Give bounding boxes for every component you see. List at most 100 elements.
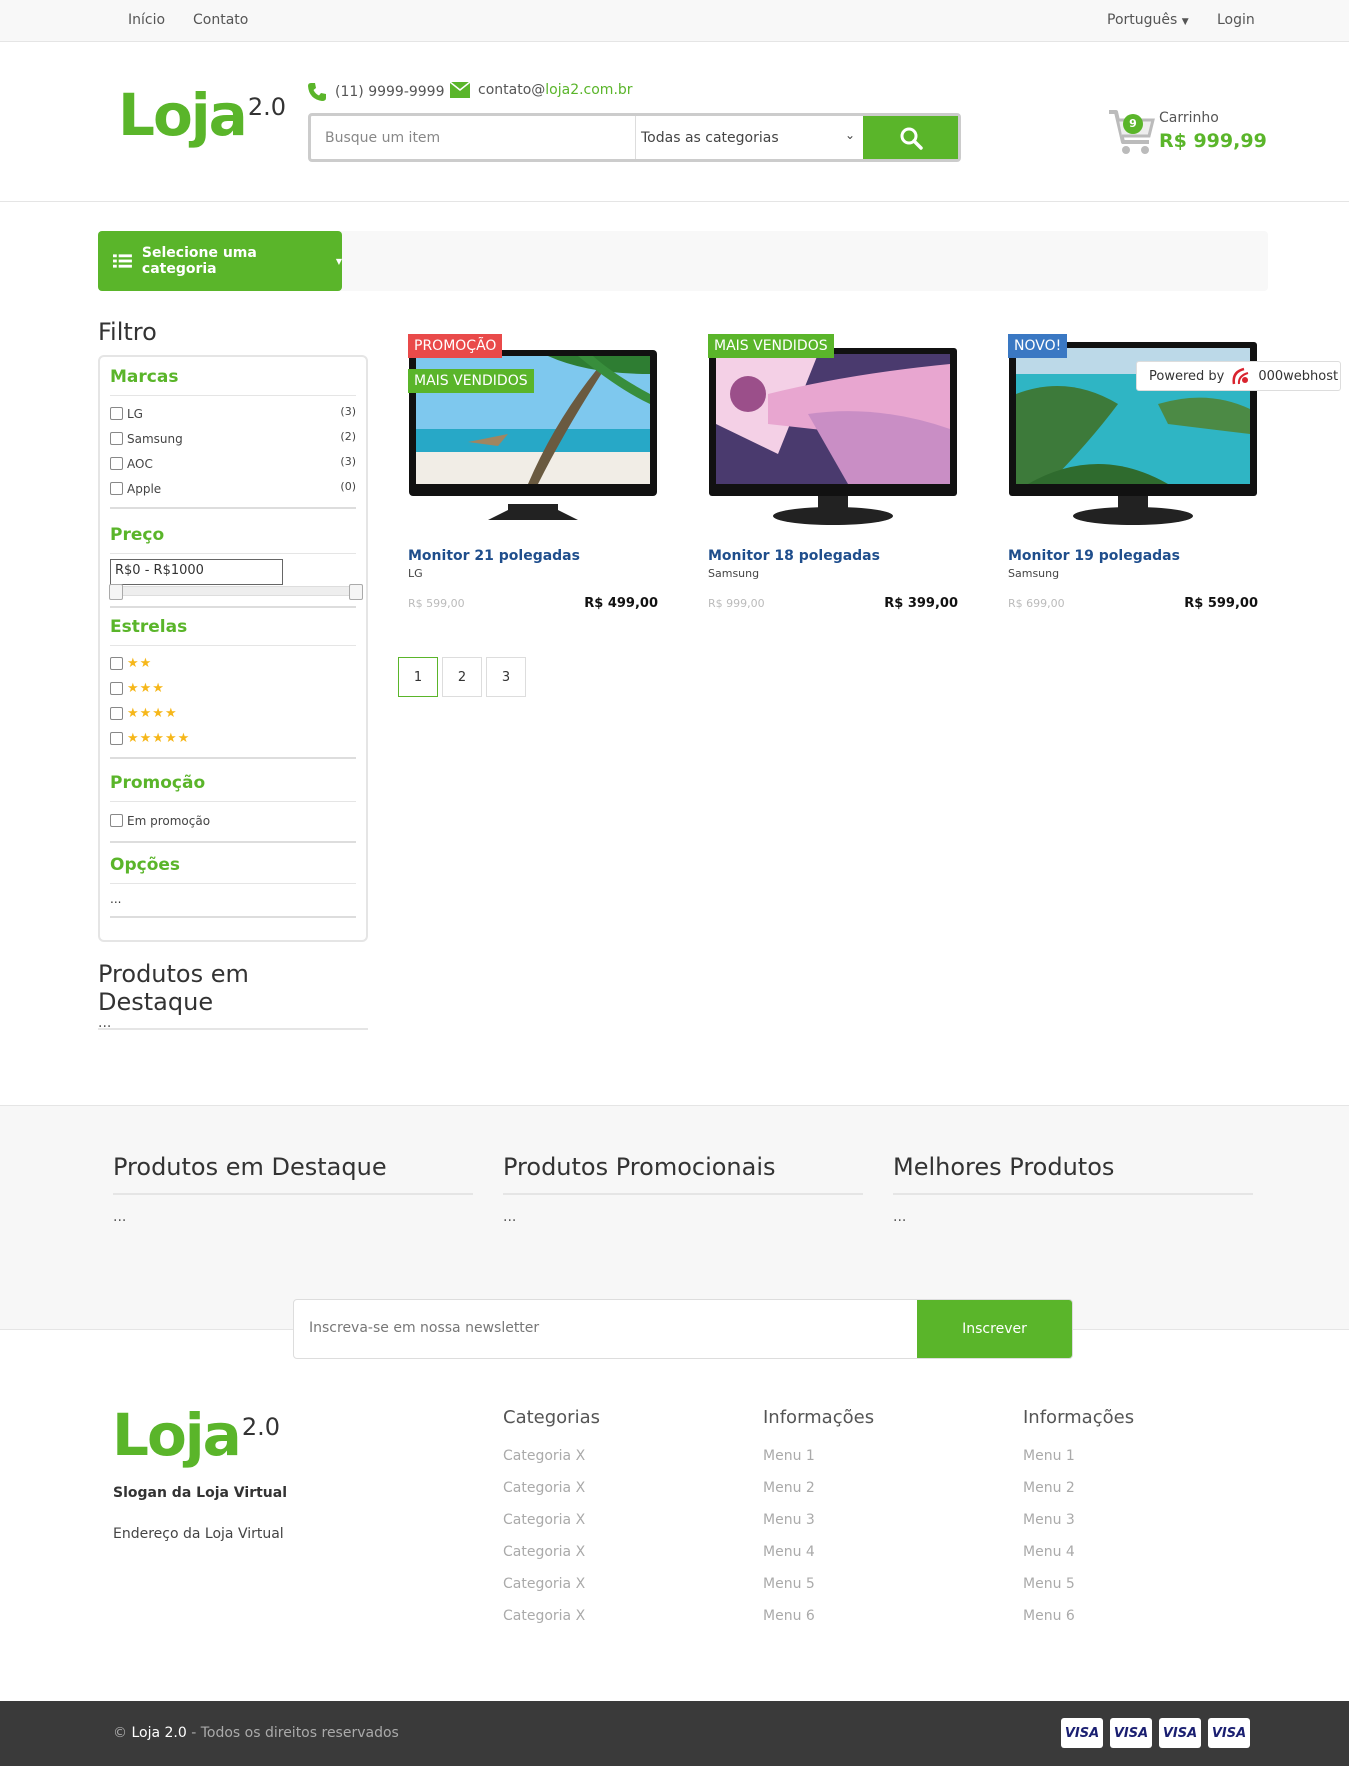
email-address[interactable]: contato@loja2.com.br [478,82,633,98]
bestseller-tag: MAIS VENDIDOS [708,334,834,358]
footer-menu-link[interactable]: Menu 5 [1023,1576,1223,1608]
chevron-down-icon: ⌄ [844,128,855,142]
checkbox[interactable] [110,682,123,695]
stars-option-3[interactable]: ★★★ [110,676,356,701]
product-card[interactable]: Monitor 21 polegadas LG R$ 599,00 R$ 499… [408,334,658,634]
brand-name: Samsung [127,431,183,446]
checkbox[interactable] [110,407,123,420]
powered-by-badge[interactable]: Powered by 000webhost [1136,361,1341,391]
footer-menu-link[interactable]: Menu 6 [1023,1608,1223,1640]
price-slider[interactable] [109,584,363,600]
footer-promotional-title: Produtos Promocionais [503,1153,863,1195]
checkbox[interactable] [110,707,123,720]
star-rating-icon: ★★★★ [127,706,178,721]
checkbox[interactable] [110,482,123,495]
product-name[interactable]: Monitor 19 polegadas [1008,548,1180,564]
checkbox[interactable] [110,814,123,827]
category-select[interactable]: Todas as categorias ⌄ [636,116,863,159]
footer-menu-link[interactable]: Menu 5 [763,1576,963,1608]
footer-category-link[interactable]: Categoria X [503,1608,703,1640]
footer-info-2-title: Informações [1023,1407,1135,1428]
logo[interactable]: Loja 2.0 [118,86,286,144]
copyright-brand[interactable]: Loja 2.0 [131,1725,186,1741]
visa-card-icon: VISA [1159,1718,1201,1748]
page-1-button[interactable]: 1 [398,657,438,697]
email-info: contato@loja2.com.br [450,82,633,98]
footer-logo[interactable]: Loja 2.0 [112,1401,280,1469]
divider [110,841,356,843]
brand-option[interactable]: Apple (0) [110,476,356,501]
footer-category-link[interactable]: Categoria X [503,1448,703,1480]
nav-home-link[interactable]: Início [128,12,165,28]
brand-option[interactable]: LG (3) [110,401,356,426]
footer-menu-link[interactable]: Menu 3 [763,1512,963,1544]
visa-card-icon: VISA [1110,1718,1152,1748]
footer-featured-title: Produtos em Destaque [113,1153,473,1195]
product-card[interactable]: Monitor 18 polegadas Samsung R$ 999,00 R… [708,334,958,634]
brand-count: (0) [340,480,356,493]
select-category-button[interactable]: Selecione uma categoria ▼ [98,231,342,291]
checkbox[interactable] [110,457,123,470]
stars-option-2[interactable]: ★★ [110,651,356,676]
footer-menu-link[interactable]: Menu 4 [1023,1544,1223,1576]
bottom-bar: © Loja 2.0 - Todos os direitos reservado… [0,1701,1349,1766]
promo-option[interactable]: Em promoção [110,808,356,833]
search-input[interactable]: Busque um item [311,116,636,159]
brand-option[interactable]: Samsung (2) [110,426,356,451]
price-range-input[interactable]: R$0 - R$1000 [110,559,283,585]
bestseller-tag: MAIS VENDIDOS [408,369,534,393]
footer-logo-text: Loja [112,1401,242,1469]
footer-category-link[interactable]: Categoria X [503,1544,703,1576]
footer-info-1: Informações Menu 1 Menu 2 Menu 3 Menu 4 … [763,1407,963,1640]
slider-handle-min[interactable] [109,584,123,600]
checkbox[interactable] [110,732,123,745]
login-link[interactable]: Login [1217,12,1255,28]
stars-option-5[interactable]: ★★★★★ [110,726,356,751]
phone-icon [308,83,326,101]
brands-filter: Marcas LG (3) Samsung (2) AOC (3) Apple (0) [110,367,356,509]
checkbox[interactable] [110,657,123,670]
checkbox[interactable] [110,432,123,445]
stars-option-4[interactable]: ★★★★ [110,701,356,726]
footer-menu-link[interactable]: Menu 1 [763,1448,963,1480]
subscribe-button[interactable]: Inscrever [917,1300,1072,1358]
footer-menu-link[interactable]: Menu 1 [1023,1448,1223,1480]
product-old-price: R$ 999,00 [708,597,765,610]
divider [110,757,356,759]
filter-panel: Marcas LG (3) Samsung (2) AOC (3) Apple (0) Pre… [98,355,368,942]
footer-menu-link[interactable]: Menu 4 [763,1544,963,1576]
nav-contact-link[interactable]: Contato [193,12,248,28]
featured-text: ... [98,1015,112,1031]
footer-menu-link[interactable]: Menu 6 [763,1608,963,1640]
product-old-price: R$ 599,00 [408,597,465,610]
newsletter-form: Inscreva-se em nossa newsletter Inscreve… [293,1299,1073,1359]
language-dropdown[interactable]: Português ▼ [1107,12,1189,28]
footer-best-title: Melhores Produtos [893,1153,1253,1195]
footer-category-link[interactable]: Categoria X [503,1576,703,1608]
newsletter-input[interactable]: Inscreva-se em nossa newsletter [294,1300,917,1358]
brand-name: LG [127,406,143,421]
footer-category-link[interactable]: Categoria X [503,1512,703,1544]
footer-menu-link[interactable]: Menu 2 [1023,1480,1223,1512]
footer-menu-link[interactable]: Menu 2 [763,1480,963,1512]
brand-list: LG (3) Samsung (2) AOC (3) Apple (0) [110,401,356,501]
visa-card-icon: VISA [1208,1718,1250,1748]
email-prefix: contato@ [478,82,546,98]
product-name[interactable]: Monitor 21 polegadas [408,548,580,564]
options-title: Opções [110,855,356,884]
brand-option[interactable]: AOC (3) [110,451,356,476]
footer-menu-link[interactable]: Menu 3 [1023,1512,1223,1544]
page-3-button[interactable]: 3 [486,657,526,697]
cart-widget[interactable]: 9 Carrinho R$ 999,99 [1107,108,1267,162]
footer-category-link[interactable]: Categoria X [503,1480,703,1512]
email-domain: loja2.com.br [545,82,633,98]
search-bar: Busque um item Todas as categorias ⌄ [308,113,961,162]
product-brand: Samsung [708,567,760,580]
product-price: R$ 599,00 [1184,596,1258,611]
slider-handle-max[interactable] [349,584,363,600]
product-name[interactable]: Monitor 18 polegadas [708,548,880,564]
visa-card-icon: VISA [1061,1718,1103,1748]
footer-info-2: Informações Menu 1 Menu 2 Menu 3 Menu 4 … [1023,1407,1223,1640]
page-2-button[interactable]: 2 [442,657,482,697]
search-button[interactable] [863,116,958,159]
